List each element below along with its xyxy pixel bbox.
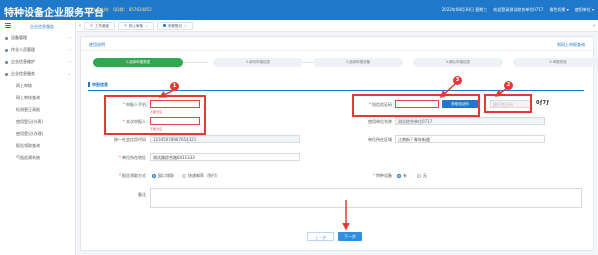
tab-dot-icon <box>90 24 93 27</box>
chevron-right-icon: › <box>69 35 71 40</box>
support-info: 技术支持： QQ群： 857634852 <box>92 7 152 12</box>
sidebar-item-label: 作业人员管理 <box>11 47 35 52</box>
radio-label: 无 <box>423 173 427 178</box>
chevron-down-icon: ⌄ <box>67 71 71 76</box>
next-step-button[interactable]: 下一步 <box>338 232 362 241</box>
sidebar-item-label: 企业信息维护 <box>11 59 35 64</box>
close-icon[interactable]: × <box>145 22 148 30</box>
annotation-box-3 <box>352 94 480 117</box>
menu-icon[interactable] <box>5 23 11 29</box>
annotation-badge-3: 3 <box>453 76 462 85</box>
sidebar-item-equipment[interactable]: 设备管理 › <box>0 32 75 44</box>
sidebar: 企业信息服务 设备管理 › 作业人员管理 › 企业信息维护 › 企业信息服务 ⌄ 网上审… <box>0 20 76 255</box>
radio-icon <box>152 174 156 178</box>
sidebar-subitem[interactable]: 使用登记(分表) <box>0 116 75 128</box>
annotation-box-1 <box>104 95 206 135</box>
radio-express-mail[interactable]: 快递邮寄（到付） <box>182 173 220 179</box>
tab-label: 工作桌面 <box>95 23 109 28</box>
radio-guard-no[interactable]: 无 <box>417 173 427 179</box>
sidebar-item-operators[interactable]: 作业人员管理 › <box>0 44 75 56</box>
radio-guard-yes[interactable]: 有 <box>397 173 407 179</box>
top-header: 特种设备企业服务平台 技术支持： QQ群： 857634852 2022年08月… <box>0 0 598 20</box>
unit-name-field: 测试综合单位0717 <box>395 117 545 125</box>
sidebar-subitem[interactable]: 网上审核 <box>0 80 75 92</box>
unit-address-label: *单位所在地址 <box>119 155 146 160</box>
step-1: 1.选择申报类型 <box>93 58 183 67</box>
sidebar-subitem[interactable]: 报告领取查询 <box>0 140 75 152</box>
sidebar-item-label: 设备管理 <box>11 35 27 40</box>
tab-workbench[interactable]: 工作桌面 <box>84 21 115 30</box>
sidebar-subitem[interactable]: 使用登记(办理) <box>0 128 75 140</box>
user-unit-menu[interactable]: 使用单位 ▾ <box>575 7 594 13</box>
step-5: 5.申报完成 <box>513 58 598 67</box>
credit-code-field: 12345678987654321 <box>150 135 300 143</box>
step-3: 3.选择申报设备 <box>313 58 403 67</box>
sidebar-home[interactable]: 企业信息服务 <box>30 24 54 30</box>
unit-name-label: 使用单位名称 <box>368 119 392 124</box>
tab-scroll-left-icon[interactable]: « <box>76 23 84 29</box>
step-2: 2.填写申报信息 <box>213 58 303 67</box>
chevron-right-icon: › <box>69 47 71 52</box>
tab-declaration[interactable]: 申报登记 × <box>156 21 193 30</box>
annotation-badge-1: 1 <box>170 82 179 91</box>
tab-label: 申报登记 <box>167 23 182 28</box>
step-4: 4.确认申报信息 <box>413 58 503 67</box>
unit-region-select[interactable]: 江南街 / 青年街道 <box>395 135 545 143</box>
main-panel: 使用说明 到网上申报查询 <box>80 36 594 251</box>
header-right: 2022年08月30日 星期三 欢迎登录测试综合单位0717 角色切换 ▾ 使用… <box>442 7 594 13</box>
radio-icon <box>397 174 401 178</box>
tab-online-review[interactable]: 网上审核 × <box>118 21 154 30</box>
radio-label: 有 <box>403 173 407 178</box>
section-title: 申报信息 <box>88 82 108 87</box>
annotation-badge-2: 2 <box>504 81 513 90</box>
radio-icon <box>182 174 186 178</box>
tab-label: 网上审核 <box>129 23 143 28</box>
remarks-textarea[interactable] <box>150 188 582 208</box>
tab-dot-icon <box>162 24 166 27</box>
usage-instructions-link[interactable]: 使用说明 <box>89 42 105 48</box>
sidebar-subitem[interactable]: 网上审核查询 <box>0 92 75 104</box>
remarks-label: 备注 <box>138 192 146 197</box>
radio-icon <box>417 174 421 178</box>
sidebar-subitem[interactable]: 检测更正表报 <box>0 104 75 116</box>
credit-code-label: 统一社会信用代码 <box>114 137 146 142</box>
tab-dot-icon <box>124 24 127 27</box>
captcha-image[interactable]: 0ƒ7ƒ <box>536 100 549 106</box>
guard-label: *特种设备 <box>373 173 392 178</box>
panel-header: 使用说明 到网上申报查询 <box>81 37 593 51</box>
unit-region-label: 单位所在区域 <box>368 137 392 142</box>
welcome-text: 欢迎登录测试综合单位0717 <box>493 7 544 12</box>
radio-label: 快递邮寄（到付） <box>188 173 220 178</box>
radio-label: 窗口领取 <box>158 173 174 178</box>
radio-window-pickup[interactable]: 窗口领取 <box>152 173 174 179</box>
step-progress: 1.选择申报类型 2.填写申报信息 3.选择申报设备 4.确认申报信息 5.申报… <box>88 58 598 68</box>
equipment-icon <box>5 36 8 40</box>
menu-toggle[interactable]: 企业信息服务 <box>0 20 75 32</box>
annotation-box-2 <box>484 94 532 113</box>
sidebar-item-company-info[interactable]: 企业信息维护 › <box>0 56 75 68</box>
unit-address-input[interactable]: 测试路综合路0411333 <box>150 153 300 161</box>
service-icon <box>5 72 8 76</box>
tab-scroll-right-icon[interactable]: » <box>590 23 598 29</box>
role-switch-button[interactable]: 角色切换 ▾ <box>549 7 568 13</box>
datetime: 2022年08月30日 星期三 <box>441 7 488 12</box>
app-title: 特种设备企业服务平台 <box>4 8 104 19</box>
chevron-right-icon: › <box>69 59 71 64</box>
company-icon <box>5 60 8 64</box>
online-query-link[interactable]: 到网上申报查询 <box>557 42 585 48</box>
prev-step-button[interactable]: 上一步 <box>307 232 334 241</box>
tab-bar: « 工作桌面 网上审核 × 申报登记 × » <box>76 20 598 32</box>
sidebar-item-label: 企业信息服务 <box>11 71 35 76</box>
sidebar-subitem[interactable]: 气瓶追溯系统 <box>0 152 75 164</box>
sidebar-item-company-service[interactable]: 企业信息服务 ⌄ <box>0 68 75 80</box>
close-icon[interactable]: × <box>184 22 187 30</box>
report-method-label: *报告领取方式 <box>119 173 146 178</box>
operators-icon <box>5 48 8 52</box>
